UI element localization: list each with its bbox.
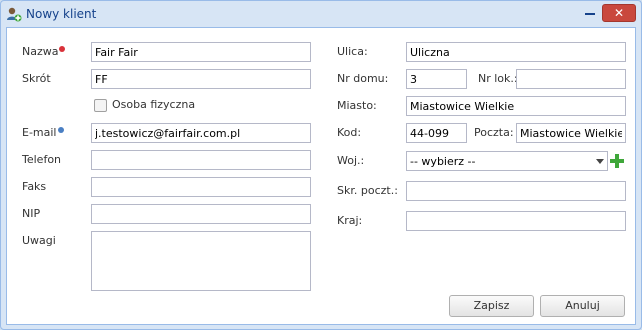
flat-number-input[interactable] — [516, 69, 626, 89]
add-voivodeship-plus-icon[interactable] — [610, 154, 624, 168]
close-button[interactable]: ✕ — [602, 4, 636, 22]
chevron-down-icon — [596, 159, 604, 164]
notes-label: Uwagi — [22, 234, 56, 247]
notes-textarea[interactable] — [91, 231, 311, 291]
post-office-input[interactable] — [516, 123, 626, 143]
name-input[interactable] — [91, 42, 311, 62]
email-input[interactable] — [91, 123, 311, 143]
voivodeship-select[interactable]: -- wybierz -- — [406, 151, 608, 171]
house-number-input[interactable] — [406, 69, 467, 89]
window-title: Nowy klient — [26, 7, 97, 21]
close-icon: ✕ — [613, 6, 625, 20]
short-name-input[interactable] — [91, 69, 311, 89]
info-icon — [57, 127, 64, 133]
natural-person-label: Osoba fizyczna — [112, 98, 196, 111]
fax-input[interactable] — [91, 177, 311, 197]
natural-person-checkbox[interactable] — [94, 99, 107, 112]
title-bar[interactable]: Nowy klient ✕ — [1, 1, 641, 27]
required-info-icon — [59, 46, 66, 52]
save-button[interactable]: Zapisz — [449, 295, 534, 317]
short-name-label: Skrót — [22, 72, 51, 85]
country-input[interactable] — [406, 211, 626, 231]
email-label: E-mail — [22, 126, 64, 139]
country-label: Kraj: — [337, 214, 363, 227]
cancel-button[interactable]: Anuluj — [540, 295, 625, 317]
flat-number-label: Nr lok.: — [478, 72, 518, 85]
po-box-label: Skr. poczt.: — [337, 184, 398, 197]
city-input[interactable] — [406, 96, 626, 116]
add-user-icon — [6, 6, 22, 22]
city-label: Miasto: — [337, 99, 377, 112]
fax-label: Faks — [22, 180, 47, 193]
nip-input[interactable] — [91, 204, 311, 224]
form-body: Nazwa Skrót Osoba fizyczna E-mail Telefo… — [6, 27, 636, 325]
voivodeship-value: -- wybierz -- — [410, 155, 476, 168]
phone-label: Telefon — [22, 153, 62, 166]
voivodeship-label: Woj.: — [337, 154, 365, 167]
nip-label: NIP — [22, 207, 41, 220]
street-label: Ulica: — [337, 45, 368, 58]
new-client-dialog: Nowy klient ✕ Nazwa Skrót Osoba fizyczna… — [0, 0, 642, 330]
postal-code-label: Kod: — [337, 126, 362, 139]
street-input[interactable] — [406, 42, 626, 62]
postal-code-input[interactable] — [406, 123, 467, 143]
phone-input[interactable] — [91, 150, 311, 170]
house-number-label: Nr domu: — [337, 72, 389, 85]
minimize-button[interactable] — [580, 4, 600, 20]
post-office-label: Poczta: — [474, 126, 514, 139]
name-label: Nazwa — [22, 45, 66, 58]
po-box-input[interactable] — [406, 181, 626, 201]
